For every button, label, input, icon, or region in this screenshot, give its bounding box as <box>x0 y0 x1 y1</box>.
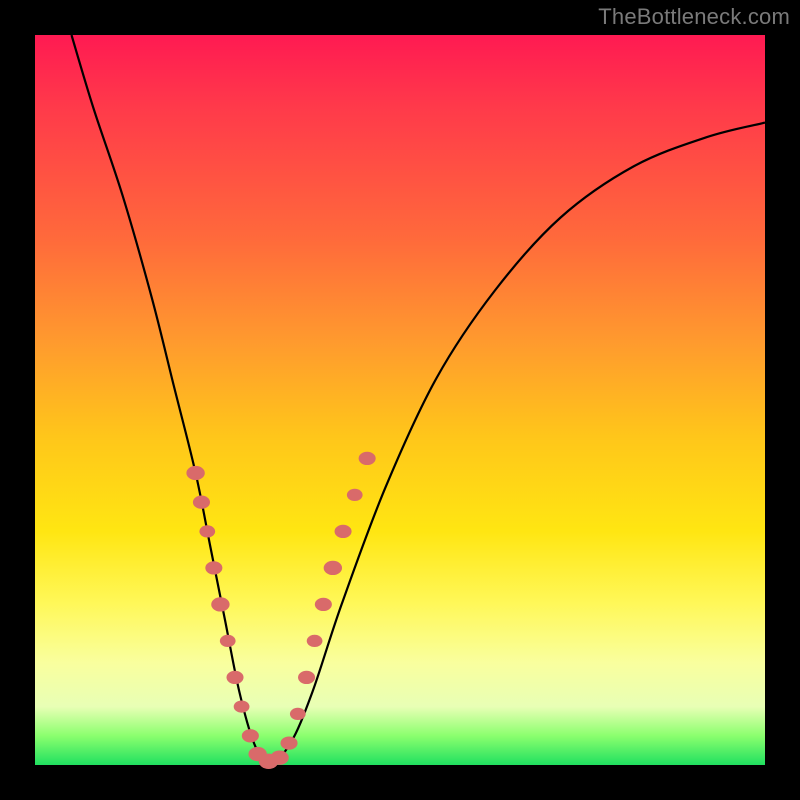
curve-marker <box>290 708 306 720</box>
chart-frame: TheBottleneck.com <box>0 0 800 800</box>
curve-marker <box>270 751 288 765</box>
watermark-text: TheBottleneck.com <box>598 4 790 30</box>
bottleneck-curve <box>72 35 766 765</box>
curve-marker <box>226 671 243 684</box>
curve-marker <box>359 452 376 465</box>
curve-marker <box>220 635 236 647</box>
curve-marker <box>205 561 222 574</box>
curve-svg <box>35 35 765 765</box>
curve-marker <box>324 561 342 575</box>
curve-marker <box>211 597 229 611</box>
curve-marker <box>234 700 250 712</box>
curve-marker <box>307 635 323 647</box>
curve-markers <box>186 452 375 769</box>
plot-area <box>35 35 765 765</box>
curve-marker <box>242 729 259 742</box>
curve-marker <box>193 496 210 509</box>
curve-marker <box>347 489 363 501</box>
curve-marker <box>315 598 332 611</box>
curve-marker <box>335 525 352 538</box>
curve-marker <box>298 671 315 684</box>
curve-marker <box>280 736 297 749</box>
curve-marker <box>199 525 215 537</box>
curve-marker <box>186 466 204 480</box>
